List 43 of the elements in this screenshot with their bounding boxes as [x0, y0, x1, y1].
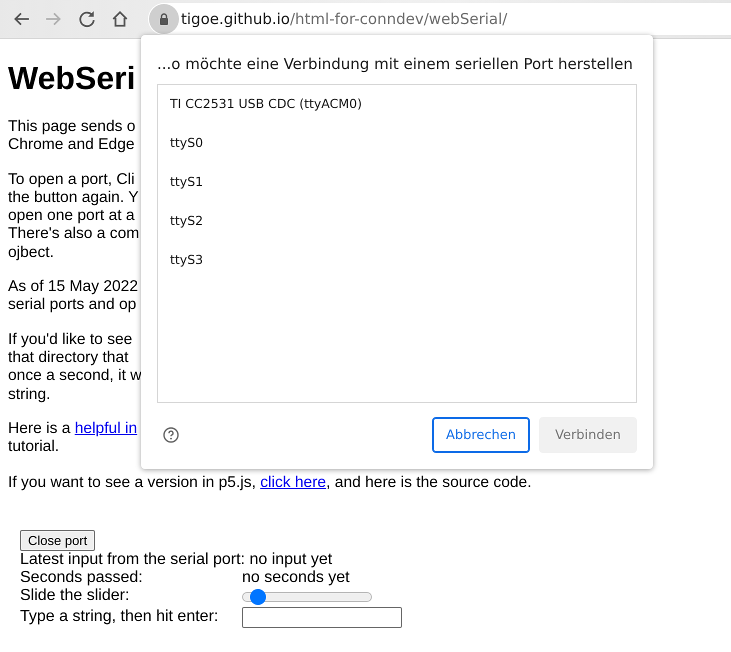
port-item[interactable]: ttyS0 — [158, 130, 636, 169]
right-arrow-icon — [45, 10, 63, 28]
body-text: To open a port, Cli — [8, 170, 135, 188]
body-text: As of 15 May 2022 — [8, 278, 138, 296]
link[interactable]: helpful in — [74, 420, 138, 437]
field-label: Slide the slider: — [20, 586, 130, 605]
status-text: Latest input from the serial port: no input yet — [20, 550, 332, 569]
link[interactable]: click here — [260, 474, 326, 492]
dialog-button[interactable]: Abbrechen — [432, 417, 530, 453]
body-text: once a second, it w — [8, 367, 142, 384]
port-item[interactable]: ttyS1 — [158, 169, 636, 208]
body-text: the button again. Y — [8, 188, 139, 206]
address-bar[interactable]: tigoe.github.io/html-for-conndev/webSerial/ — [148, 3, 731, 35]
body-text: If you'd like to see — [8, 330, 132, 348]
status-value: no seconds yet — [242, 568, 350, 587]
port-item[interactable]: ttyS3 — [158, 247, 636, 286]
body-text: that directory that — [8, 348, 128, 366]
house-icon — [111, 10, 129, 28]
dialog-title: ...o möchte eine Verbindung mit einem seriellen Port herstellen — [157, 54, 633, 74]
body-text: If you want to see a version in p5.js, — [8, 474, 257, 492]
body-text: serial ports and op — [8, 296, 136, 314]
port-item[interactable]: TI CC2531 USB CDC (ttyACM0) — [158, 91, 636, 130]
close-port-button[interactable]: Close port — [20, 530, 96, 551]
body-text: open one port at a — [8, 207, 135, 224]
left-arrow-icon — [12, 10, 30, 28]
page-title: WebSeri — [8, 60, 136, 97]
help-icon[interactable] — [163, 427, 179, 443]
body-text: Here is a — [8, 420, 72, 437]
slider-thumb[interactable] — [250, 588, 266, 605]
body-text: string. — [8, 386, 50, 403]
field-label: Seconds passed: — [20, 568, 144, 587]
body-text: There's also a com — [8, 225, 140, 242]
slider[interactable] — [242, 592, 372, 602]
reload-icon — [78, 10, 96, 28]
body-text: This page sends o — [8, 118, 136, 135]
body-text: tutorial. — [8, 438, 60, 456]
body-text: , and here is the source code. — [326, 474, 532, 492]
body-text: ojbect. — [8, 244, 54, 261]
input-field[interactable] — [242, 606, 402, 628]
field-label: Type a string, then hit enter: — [20, 608, 220, 626]
body-text: Chrome and Edge — [8, 136, 135, 154]
lock-icon[interactable] — [149, 4, 179, 34]
port-item[interactable]: ttyS2 — [158, 208, 636, 247]
